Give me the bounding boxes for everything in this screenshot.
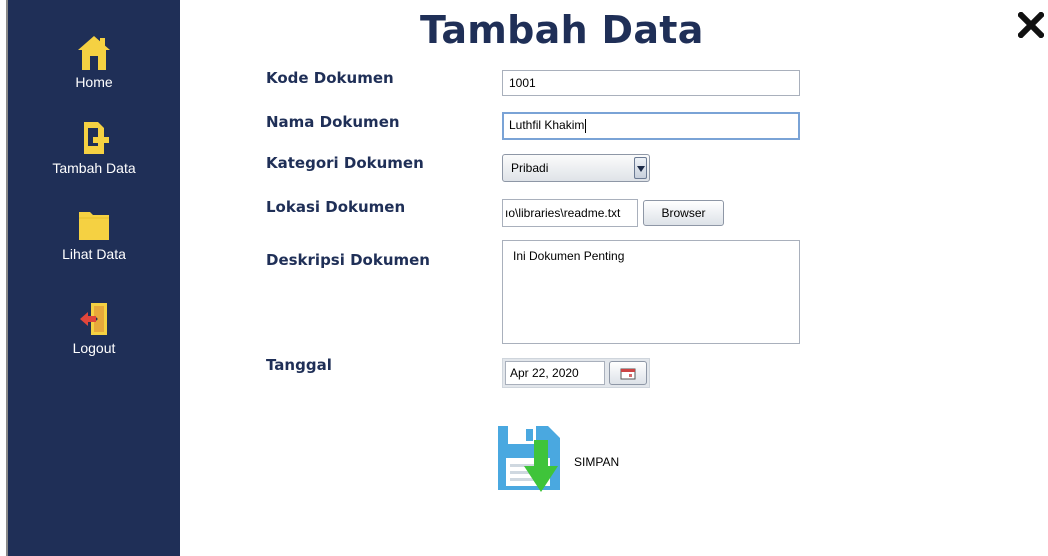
calendar-icon: [618, 368, 638, 384]
tanggal-field[interactable]: Apr 22, 2020: [505, 361, 605, 385]
sidebar-item-label: Tambah Data: [52, 160, 136, 176]
sidebar: Home Tambah Data Lihat Data Logout: [8, 0, 180, 556]
window-edge: [0, 0, 8, 556]
nama-dokumen-value: Luthfil Khakim: [509, 118, 585, 132]
sidebar-item-label: Logout: [72, 340, 116, 356]
lokasi-dokumen-label: Lokasi Dokumen: [266, 198, 406, 216]
chevron-down-icon[interactable]: [634, 157, 647, 179]
sidebar-item-label: Home: [75, 74, 113, 90]
kategori-dokumen-select[interactable]: Pribadi: [502, 154, 650, 182]
close-icon[interactable]: [1016, 10, 1046, 40]
deskripsi-dokumen-label: Deskripsi Dokumen: [266, 251, 430, 269]
sidebar-item-home[interactable]: Home: [8, 34, 180, 90]
kode-dokumen-label: Kode Dokumen: [266, 69, 394, 87]
calendar-button[interactable]: [609, 361, 647, 385]
simpan-label: SIMPAN: [574, 455, 620, 469]
page-title: Tambah Data: [420, 8, 704, 52]
date-picker: Apr 22, 2020: [502, 358, 650, 388]
browse-button[interactable]: Browser: [643, 200, 724, 226]
folder-icon: [74, 206, 114, 244]
sidebar-item-tambah-data[interactable]: Tambah Data: [8, 120, 180, 176]
nama-dokumen-label: Nama Dokumen: [266, 113, 400, 131]
sidebar-item-logout[interactable]: Logout: [8, 300, 180, 356]
kategori-selected-value: Pribadi: [511, 161, 549, 175]
kategori-dokumen-label: Kategori Dokumen: [266, 154, 424, 172]
sidebar-item-lihat-data[interactable]: Lihat Data: [8, 206, 180, 262]
lokasi-dokumen-field[interactable]: ıo\libraries\readme.txt: [502, 199, 638, 227]
kode-dokumen-field[interactable]: 1001: [502, 70, 800, 96]
text-cursor: [585, 118, 587, 133]
simpan-button[interactable]: SIMPAN: [492, 422, 632, 494]
nama-dokumen-field[interactable]: Luthfil Khakim: [502, 112, 800, 140]
tanggal-label: Tanggal: [266, 356, 332, 374]
add-file-icon: [74, 120, 114, 158]
home-icon: [74, 34, 114, 72]
logout-icon: [74, 300, 114, 338]
deskripsi-dokumen-textarea[interactable]: Ini Dokumen Penting: [502, 240, 800, 344]
sidebar-item-label: Lihat Data: [62, 246, 126, 262]
